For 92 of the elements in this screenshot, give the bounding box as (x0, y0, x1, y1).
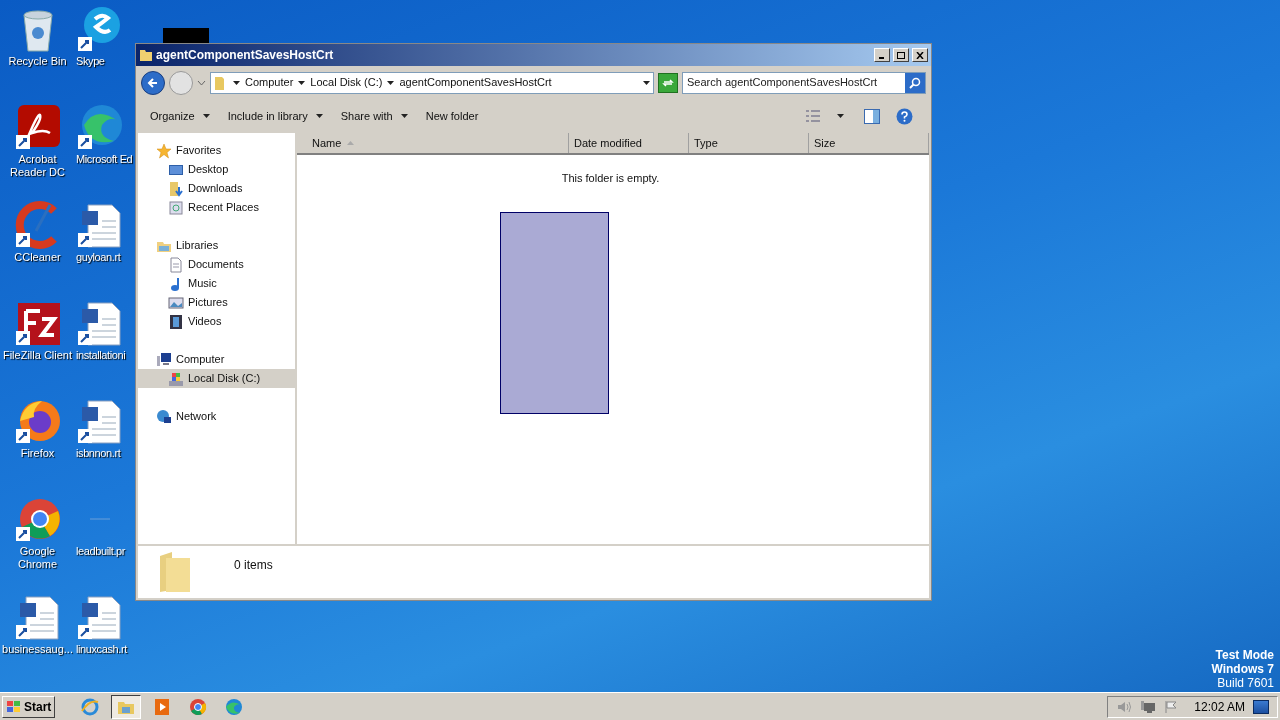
desktop-icon-label[interactable]: guyloan.rt (76, 251, 121, 264)
refresh-button[interactable] (658, 72, 678, 93)
nav-icon (168, 313, 184, 330)
close-button[interactable] (912, 48, 928, 62)
refresh-icon (662, 77, 674, 88)
item-count: 0 items (234, 557, 273, 574)
desktop-icon-label[interactable]: leadbuilt.pr (76, 545, 125, 558)
caret-icon[interactable] (197, 79, 206, 86)
network-icon[interactable] (1140, 699, 1157, 714)
caret-icon (233, 80, 240, 85)
nav-item[interactable]: Recent Places (138, 198, 295, 217)
minimize-button[interactable] (874, 48, 890, 62)
flag-icon[interactable] (1164, 699, 1179, 714)
maximize-button[interactable] (893, 48, 909, 62)
empty-message: This folder is empty. (561, 171, 660, 186)
address-bar[interactable]: Computer Local Disk (C:) agentComponentSavesHostCrt (210, 71, 654, 94)
nav-icon (168, 180, 184, 197)
desktop-icon-label[interactable]: CCleaner (0, 251, 75, 264)
column-header[interactable]: Date modified (569, 133, 689, 153)
desktop-icon-label[interactable]: installationi (76, 349, 126, 362)
caret-icon (387, 80, 395, 85)
nav-icon (156, 351, 172, 368)
back-button[interactable] (141, 70, 165, 95)
folder-icon (139, 48, 153, 62)
document-icon (76, 397, 124, 445)
redacted-block (163, 28, 209, 44)
app-icon (76, 103, 124, 151)
maximize-icon (897, 51, 905, 59)
nav-item[interactable]: Downloads (138, 179, 295, 198)
toolbar-button[interactable]: New folder (417, 104, 487, 128)
desktop-icon-label[interactable]: businessaug... (0, 643, 75, 656)
caret-icon (298, 80, 306, 85)
clock[interactable]: 12:02 AM (1194, 697, 1245, 716)
desktop-icon-label[interactable]: Microsoft Ed (76, 153, 133, 166)
search-icon[interactable] (905, 72, 925, 93)
nav-item[interactable]: Local Disk (C:) (138, 369, 295, 388)
breadcrumb-item[interactable]: Local Disk (C:) (310, 74, 383, 91)
nav-item[interactable]: Favorites (138, 141, 295, 160)
nav-icon (156, 142, 172, 159)
toolbar-button[interactable]: Include in library (219, 104, 331, 128)
nav-item[interactable]: Documents (138, 255, 295, 274)
windows-logo-icon (6, 699, 22, 714)
document-icon (76, 201, 124, 249)
nav-item[interactable]: Music (138, 274, 295, 293)
toolbar-button[interactable]: Organize (142, 104, 218, 128)
desktop-icon-label[interactable]: Recycle Bin (0, 55, 75, 68)
preview-pane-icon[interactable] (864, 108, 880, 124)
caret-icon (643, 80, 650, 85)
nav-icon (168, 370, 184, 387)
document-icon (76, 593, 124, 641)
nav-icon (156, 408, 172, 425)
nav-item[interactable]: Pictures (138, 293, 295, 312)
show-desktop-button[interactable] (1253, 699, 1269, 714)
system-notice-text: Windows 7 (1211, 662, 1274, 676)
system-notice-text: Build 7601 (1217, 676, 1274, 690)
desktop-icon-label[interactable]: isbnnon.rt (76, 447, 121, 460)
breadcrumb-item[interactable]: agentComponentSavesHostCrt (399, 74, 552, 91)
toolbar-button[interactable]: Share with (332, 104, 416, 128)
back-arrow-icon (147, 76, 159, 89)
nav-item[interactable]: Libraries (138, 236, 295, 255)
column-header[interactable]: Name (297, 133, 569, 153)
caret-icon (837, 114, 844, 118)
desktop-icon-label[interactable]: Google Chrome (0, 545, 75, 571)
caret-icon (315, 114, 323, 118)
nav-icon (168, 294, 184, 311)
nav-item[interactable]: Videos (138, 312, 295, 331)
desktop-icon-label[interactable]: linuxcash.rt (76, 643, 127, 656)
nav-item[interactable]: Computer (138, 350, 295, 369)
app-icon (13, 103, 62, 151)
system-notice-text: Test Mode (1215, 648, 1274, 662)
nav-icon (168, 199, 184, 216)
caret-icon (400, 114, 408, 118)
help-icon[interactable] (896, 107, 913, 125)
desktop-icon-label[interactable]: Skype (76, 55, 105, 68)
desktop-icon-label[interactable]: Acrobat Reader DC (0, 153, 75, 179)
start-button[interactable]: Start (2, 695, 56, 718)
column-header[interactable]: Size (809, 133, 929, 153)
nav-item[interactable]: Network (138, 407, 295, 426)
nav-icon (168, 256, 184, 273)
taskbar-app-icon[interactable] (111, 694, 142, 719)
caret-icon (202, 114, 210, 118)
column-header[interactable]: Type (689, 133, 809, 153)
nav-item[interactable]: Desktop (138, 160, 295, 179)
window-title: agentComponentSavesHostCrt (156, 47, 335, 64)
breadcrumb-item[interactable]: Computer (245, 74, 294, 91)
close-icon (916, 51, 924, 59)
desktop-icon-label[interactable]: Firefox (0, 447, 75, 460)
search-field[interactable]: Search agentComponentSavesHostCrt (682, 71, 926, 94)
desktop-icon-label[interactable]: FileZilla Client (0, 349, 75, 362)
sort-arrow-icon (347, 141, 355, 145)
document-icon (76, 299, 124, 347)
document-icon (13, 593, 62, 641)
